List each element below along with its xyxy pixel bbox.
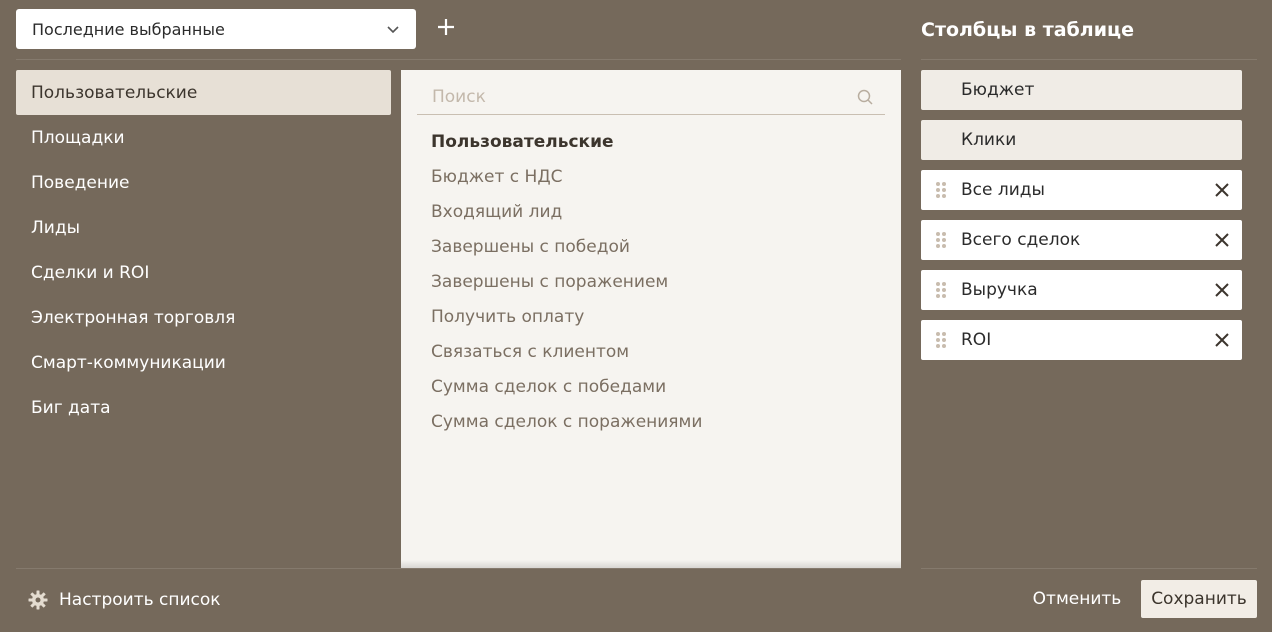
category-label: Электронная торговля	[31, 307, 236, 328]
category-item-deals-roi[interactable]: Сделки и ROI	[16, 250, 391, 295]
category-list: Пользовательские Площадки Поведение Лиды…	[16, 70, 391, 430]
category-item-smart-communications[interactable]: Смарт-коммуникации	[16, 340, 391, 385]
search-icon[interactable]	[853, 85, 877, 109]
column-label: Клики	[961, 130, 1017, 150]
column-label: Всего сделок	[961, 230, 1081, 250]
drag-handle-icon[interactable]	[921, 270, 961, 310]
drag-handle-icon[interactable]	[921, 320, 961, 360]
column-item-locked: Клики	[921, 120, 1242, 160]
column-label: Выручка	[961, 280, 1038, 300]
cancel-button[interactable]: Отменить	[1024, 580, 1130, 618]
category-item-ecommerce[interactable]: Электронная торговля	[16, 295, 391, 340]
metric-panel: Пользовательские Бюджет с НДС Входящий л…	[401, 70, 901, 568]
category-label: Лиды	[31, 217, 81, 238]
metric-item[interactable]: Сумма сделок с победами	[431, 369, 886, 404]
column-item-locked: Бюджет	[921, 70, 1242, 110]
bottom-divider-right	[921, 568, 1257, 569]
metric-item[interactable]: Завершены с победой	[431, 229, 886, 264]
drag-handle-icon[interactable]	[921, 170, 961, 210]
metric-item[interactable]: Завершены с поражением	[431, 264, 886, 299]
metric-item[interactable]: Входящий лид	[431, 194, 886, 229]
category-item-big-data[interactable]: Биг дата	[16, 385, 391, 430]
category-label: Пользовательские	[31, 82, 198, 103]
column-label: ROI	[961, 330, 992, 350]
bottom-divider-left	[16, 568, 901, 569]
column-item[interactable]: ROI	[921, 320, 1242, 360]
metric-list: Пользовательские Бюджет с НДС Входящий л…	[431, 124, 886, 439]
metric-item[interactable]: Бюджет с НДС	[431, 159, 886, 194]
category-item-leads[interactable]: Лиды	[16, 205, 391, 250]
category-item-platforms[interactable]: Площадки	[16, 115, 391, 160]
columns-title: Столбцы в таблице	[921, 19, 1135, 41]
add-preset-button[interactable]	[432, 13, 460, 45]
metric-item[interactable]: Сумма сделок с поражениями	[431, 404, 886, 439]
column-label: Бюджет	[961, 80, 1035, 100]
close-icon[interactable]	[1202, 220, 1242, 260]
category-label: Поведение	[31, 172, 130, 193]
category-item-custom[interactable]: Пользовательские	[16, 70, 391, 115]
category-label: Площадки	[31, 127, 125, 148]
top-divider-left	[16, 59, 901, 60]
configure-list-label: Настроить список	[59, 590, 221, 610]
configure-list-button[interactable]: Настроить список	[28, 588, 221, 612]
chevron-down-icon	[386, 22, 400, 36]
column-label: Все лиды	[961, 180, 1045, 200]
close-icon[interactable]	[1202, 170, 1242, 210]
metric-group-heading: Пользовательские	[431, 131, 614, 152]
preset-select-value: Последние выбранные	[32, 19, 225, 39]
column-item[interactable]: Выручка	[921, 270, 1242, 310]
drag-handle-icon[interactable]	[921, 220, 961, 260]
top-divider-right	[921, 59, 1257, 60]
save-button[interactable]: Сохранить	[1141, 580, 1257, 618]
category-label: Биг дата	[31, 397, 111, 418]
metric-item[interactable]: Связаться с клиентом	[431, 334, 886, 369]
close-icon[interactable]	[1202, 320, 1242, 360]
search-input[interactable]	[417, 87, 853, 107]
category-label: Смарт-коммуникации	[31, 352, 226, 373]
category-label: Сделки и ROI	[31, 262, 150, 283]
plus-icon	[437, 18, 455, 40]
panel-bottom-shade	[401, 560, 901, 568]
close-icon[interactable]	[1202, 270, 1242, 310]
preset-select[interactable]: Последние выбранные	[16, 9, 416, 49]
gear-icon	[28, 590, 48, 610]
column-item[interactable]: Всего сделок	[921, 220, 1242, 260]
selected-columns-list: Бюджет Клики Все лиды Всего сделок Выруч…	[921, 70, 1242, 370]
category-item-behavior[interactable]: Поведение	[16, 160, 391, 205]
metric-item[interactable]: Получить оплату	[431, 299, 886, 334]
search-bar	[417, 80, 885, 115]
column-item[interactable]: Все лиды	[921, 170, 1242, 210]
